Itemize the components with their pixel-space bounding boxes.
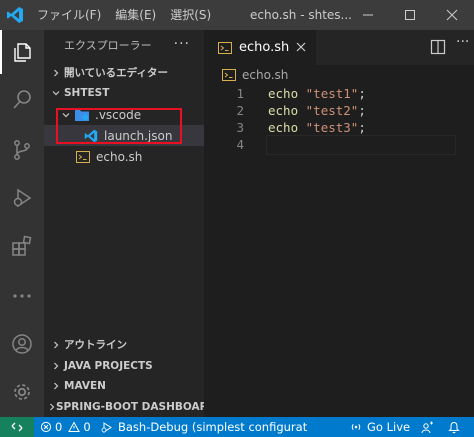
go-live-button[interactable]: Go Live xyxy=(350,417,410,437)
window-title: echo.sh - shtes... xyxy=(250,8,352,22)
menu-selection[interactable]: 選択(S) xyxy=(163,0,218,30)
breadcrumb-file[interactable]: echo.sh xyxy=(242,68,288,82)
workspace-section[interactable]: SHTEST xyxy=(44,82,204,103)
problems-indicator[interactable]: 0 0 xyxy=(40,417,91,437)
error-count: 0 xyxy=(55,420,63,434)
error-icon xyxy=(40,421,52,433)
explorer-icon[interactable] xyxy=(0,30,44,74)
spring-boot-dashboard-section[interactable]: SPRING-BOOT DASHBOARD xyxy=(44,396,204,417)
semicolon: ; xyxy=(358,103,366,118)
breadcrumb[interactable]: echo.sh xyxy=(204,65,474,85)
highlight-annotation-box xyxy=(56,108,182,144)
code-line: 3 echo "test3"; xyxy=(204,119,474,137)
maven-label: MAVEN xyxy=(64,379,106,392)
spring-boot-dashboard-label: SPRING-BOOT DASHBOARD xyxy=(56,400,204,413)
menu-edit[interactable]: 編集(E) xyxy=(108,0,163,30)
warning-count: 0 xyxy=(83,420,91,434)
outline-label: アウトライン xyxy=(64,339,127,351)
vscode-logo-icon xyxy=(0,0,30,30)
warning-icon xyxy=(68,421,81,432)
editor-tabs: echo.sh ··· xyxy=(204,30,474,65)
keyword: echo xyxy=(268,103,299,118)
search-icon[interactable] xyxy=(0,78,44,122)
semicolon: ; xyxy=(358,120,366,135)
split-editor-icon[interactable] xyxy=(430,38,446,56)
code-editor[interactable]: 1 echo "test1"; 2 echo "test2"; 3 echo "… xyxy=(204,85,474,417)
code-line: 1 echo "test1"; xyxy=(204,85,474,103)
line-number: 3 xyxy=(236,120,244,135)
chevron-right-icon xyxy=(48,403,56,411)
activity-bar xyxy=(0,30,44,417)
go-live-label: Go Live xyxy=(367,420,411,434)
extensions-icon[interactable] xyxy=(0,224,44,268)
outline-section[interactable]: アウトライン xyxy=(44,334,204,355)
explorer-more-actions-icon[interactable]: ··· xyxy=(174,36,190,52)
remote-indicator-icon[interactable] xyxy=(0,417,34,437)
menu-file[interactable]: ファイル(F) xyxy=(30,0,108,30)
shell-file-icon xyxy=(218,41,232,54)
chevron-down-icon xyxy=(48,89,64,97)
tab-echo-sh[interactable]: echo.sh xyxy=(204,30,316,65)
close-window-button[interactable] xyxy=(436,0,468,30)
echo-sh-label: echo.sh xyxy=(96,149,143,164)
settings-gear-icon[interactable] xyxy=(0,370,44,414)
minimize-button[interactable] xyxy=(352,0,384,30)
notifications-bell-icon[interactable] xyxy=(448,417,460,437)
keyword: echo xyxy=(268,120,299,135)
keyword: echo xyxy=(268,86,299,101)
string-literal: "test2" xyxy=(305,103,359,118)
debug-config-status[interactable]: Bash-Debug (simplest configurat xyxy=(100,417,307,437)
string-literal: "test1" xyxy=(305,86,359,101)
code-line: 2 echo "test2"; xyxy=(204,102,474,120)
semicolon: ; xyxy=(358,86,366,101)
explorer-sidebar: エクスプローラー ··· 開いているエディター SHTEST .vscode l… xyxy=(44,30,204,417)
source-control-icon[interactable] xyxy=(0,128,44,172)
shell-file-icon xyxy=(76,150,90,163)
broadcast-icon xyxy=(351,423,361,431)
feedback-icon[interactable] xyxy=(421,417,434,437)
status-bar: 0 0 Bash-Debug (simplest configurat Go L… xyxy=(0,417,474,437)
tab-label: echo.sh xyxy=(239,40,290,55)
string-literal: "test3" xyxy=(305,120,359,135)
open-editors-section[interactable]: 開いているエディター xyxy=(44,62,204,83)
menu-bar: ファイル(F) 編集(E) 選択(S) xyxy=(30,0,218,30)
shell-file-icon xyxy=(222,69,236,81)
more-views-icon[interactable] xyxy=(0,274,44,318)
debug-config-label: Bash-Debug (simplest configurat xyxy=(118,420,308,434)
line-number: 4 xyxy=(236,137,244,152)
accounts-icon[interactable] xyxy=(0,322,44,366)
java-projects-label: JAVA PROJECTS xyxy=(64,359,153,372)
title-bar: ファイル(F) 編集(E) 選択(S) echo.sh - shtes... xyxy=(0,0,474,30)
chevron-right-icon xyxy=(48,69,64,77)
code-line: 4 xyxy=(204,136,474,154)
workspace-label: SHTEST xyxy=(64,86,110,99)
line-number: 2 xyxy=(236,103,244,118)
open-editors-label: 開いているエディター xyxy=(64,67,168,79)
maximize-button[interactable] xyxy=(394,0,426,30)
java-projects-section[interactable]: JAVA PROJECTS xyxy=(44,355,204,376)
chevron-right-icon xyxy=(48,382,64,390)
close-tab-icon[interactable] xyxy=(294,40,308,54)
editor-more-actions-icon[interactable]: ··· xyxy=(456,34,469,50)
tree-item-echo-sh[interactable]: echo.sh xyxy=(44,146,204,167)
line-number: 1 xyxy=(236,86,244,101)
maven-section[interactable]: MAVEN xyxy=(44,375,204,396)
debug-icon xyxy=(101,421,112,433)
run-debug-icon[interactable] xyxy=(0,176,44,220)
chevron-right-icon xyxy=(48,341,64,349)
chevron-right-icon xyxy=(48,362,64,370)
